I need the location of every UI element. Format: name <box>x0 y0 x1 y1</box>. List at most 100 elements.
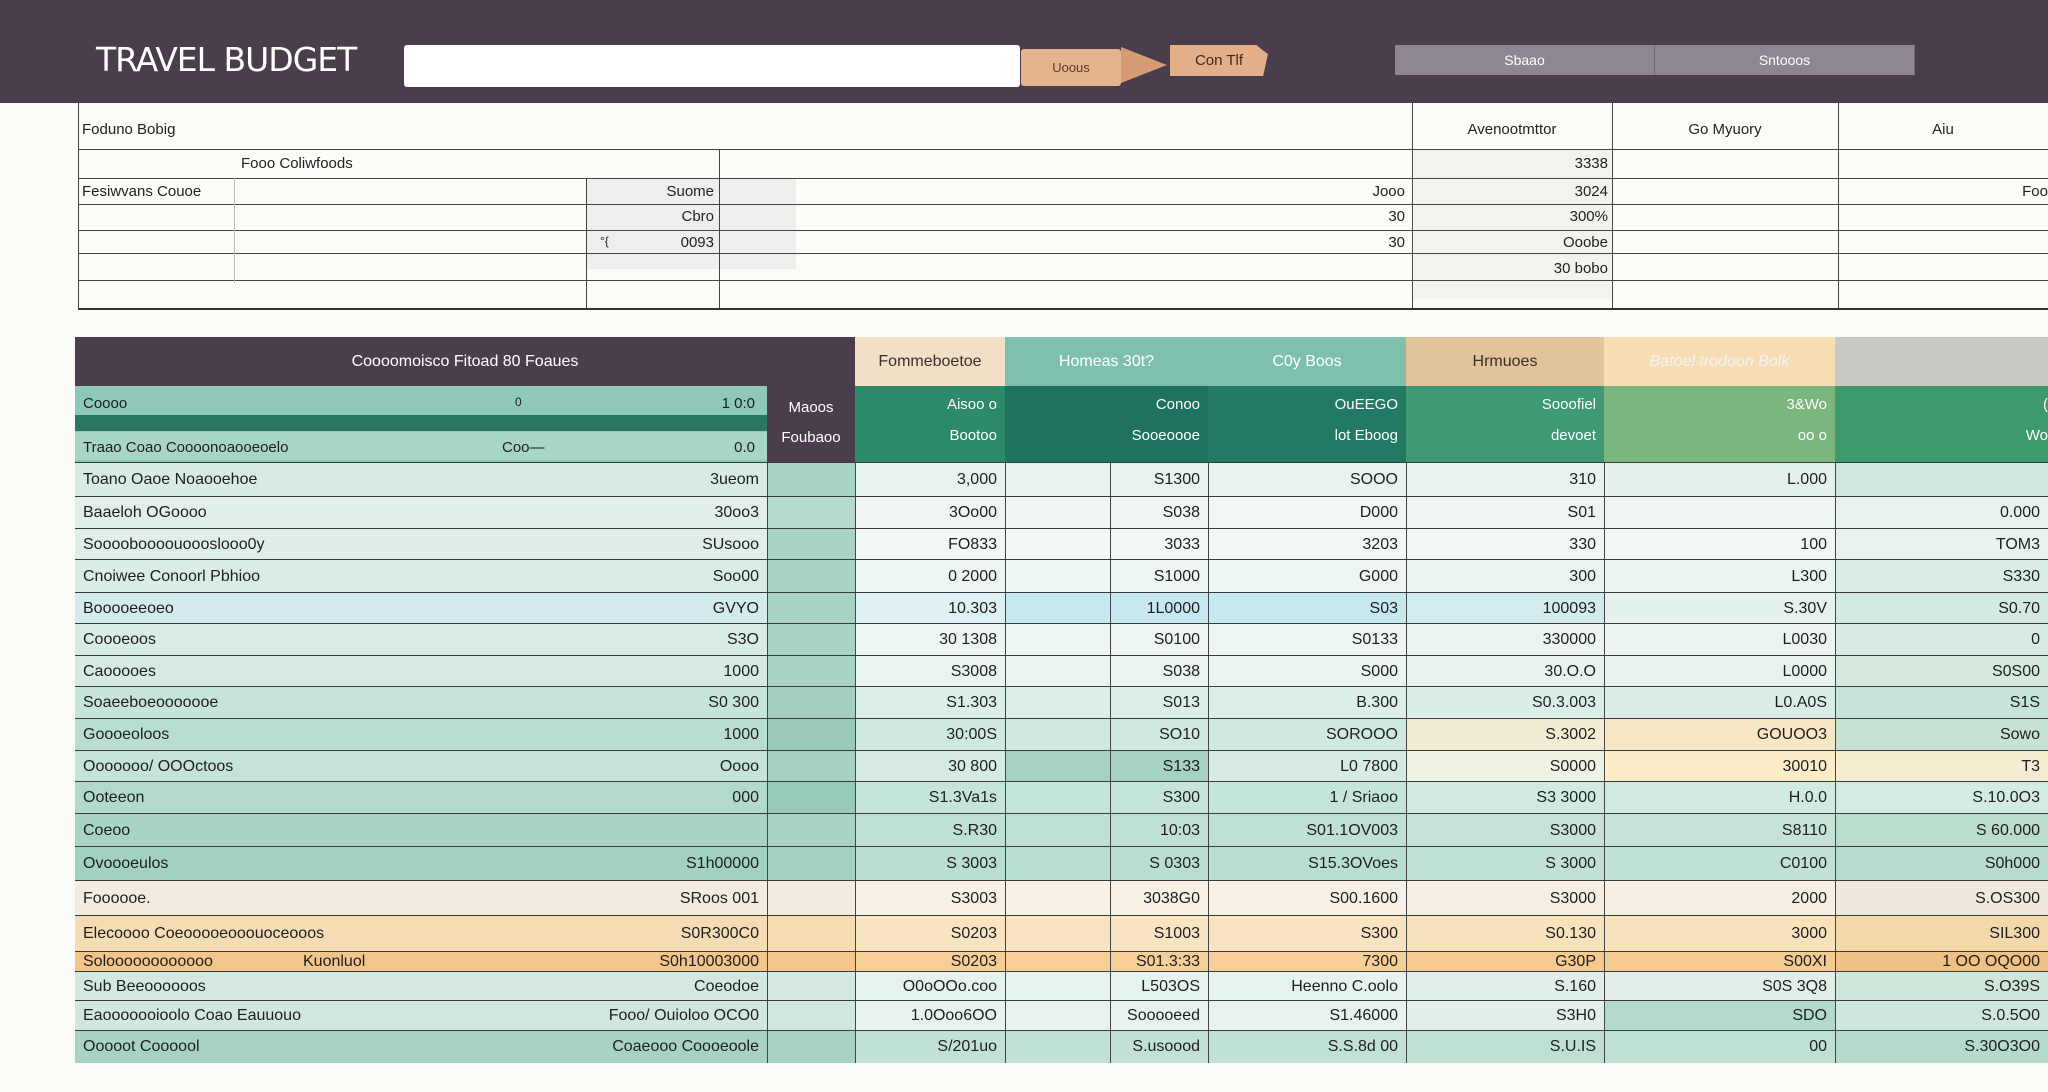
row-value-b[interactable]: S0 300 <box>375 694 759 712</box>
row-value-e[interactable]: S1300 <box>1005 471 1200 489</box>
row-value-d[interactable]: FO833 <box>855 536 997 554</box>
table-row[interactable]: Eaooooooioolo Coao Eauuouo Fooo/ Ouioloo … <box>75 1000 2048 1031</box>
row-value-h[interactable]: L0.A0S <box>1604 694 1827 712</box>
row-value-b[interactable]: S0R300C0 <box>375 925 759 943</box>
row-value-h[interactable]: S.30V <box>1604 600 1827 618</box>
row-value-b[interactable]: S0h10003000 <box>375 953 759 971</box>
row-value-i[interactable]: S.0.5O0 <box>1835 1007 2040 1025</box>
toolbar-button-b[interactable]: Con Tlf <box>1170 45 1268 76</box>
table-row[interactable]: Coeoo S.R30 10:03 S01.1OV003 S3000 S8110 S 60.… <box>75 813 2048 847</box>
column-header-3[interactable]: C0y Boos <box>1208 337 1406 386</box>
row-value-g[interactable]: S 3000 <box>1406 855 1596 873</box>
row-value-d[interactable]: 10.303 <box>855 600 997 618</box>
row-value-b[interactable]: 30oo3 <box>375 504 760 522</box>
row-value-b[interactable]: S3O <box>375 631 759 649</box>
table-row[interactable]: Baaeloh OGoooo 30oo3 3Oo00 S038 D000 S01 0.000 <box>75 496 2048 529</box>
row-value-g[interactable]: S01 <box>1406 504 1596 522</box>
row-value-f[interactable]: S00.1600 <box>1208 890 1398 908</box>
row-value-g[interactable]: S0000 <box>1406 758 1596 776</box>
row-value-i[interactable]: TOM3 <box>1835 536 2040 554</box>
tab-1[interactable]: Sbaao <box>1395 45 1655 75</box>
row-value-e[interactable]: Sooooeed <box>1005 1007 1200 1025</box>
row-value-e[interactable]: S133 <box>1005 758 1200 776</box>
table-row[interactable]: Caooooes 1000 S3008 S038 S000 30.O.O L0000 S0S0… <box>75 655 2048 687</box>
row-value-b[interactable]: Fooo/ Ouioloo OCO0 <box>375 1007 759 1025</box>
row-value-b[interactable]: S1h00000 <box>375 855 759 873</box>
row-value-h[interactable]: 00 <box>1604 1038 1827 1056</box>
row-value-g[interactable]: S0.130 <box>1406 925 1596 943</box>
row-value-i[interactable]: 0 <box>1835 631 2040 649</box>
column-header-2[interactable]: Homeas 30t? <box>1005 337 1208 386</box>
row-value-f[interactable]: D000 <box>1208 504 1398 522</box>
row-value-g[interactable]: S3000 <box>1406 890 1596 908</box>
row-value-g[interactable]: S3 3000 <box>1406 789 1596 807</box>
row-value-i[interactable]: S.O39S <box>1835 978 2040 996</box>
column-header-4[interactable]: Hrmuoes <box>1406 337 1604 386</box>
row-value-d[interactable]: 30 1308 <box>855 631 997 649</box>
row-value-e[interactable]: S0100 <box>1005 631 1200 649</box>
arrow-right-icon[interactable] <box>1121 47 1167 83</box>
row-value-f[interactable]: 1 / Sriaoo <box>1208 789 1398 807</box>
row-value-b[interactable]: SRoos 001 <box>375 890 759 908</box>
row-value-b[interactable]: Coaeooo Coooeoole <box>375 1038 759 1056</box>
table-row[interactable]: Sooooboooouoooslooo0y SUsooo FO833 3033 3203… <box>75 528 2048 560</box>
row-value-d[interactable]: S0203 <box>855 953 997 971</box>
row-value-b[interactable]: Oooo <box>375 758 759 776</box>
table-row[interactable]: Ooteeon 000 S1.3Va1s S300 1 / Sriaoo S3 3000 H… <box>75 781 2048 814</box>
row-value-d[interactable]: 3Oo00 <box>855 504 997 522</box>
row-value-h[interactable]: SDO <box>1604 1007 1827 1025</box>
column-header-1[interactable]: Fommeboetoe <box>855 337 1005 386</box>
row-value-e[interactable]: S1000 <box>1005 568 1200 586</box>
row-value-b[interactable]: Soo00 <box>375 568 759 586</box>
row-value-d[interactable]: 1.0Ooo6OO <box>855 1007 997 1025</box>
row-value-f[interactable]: S0133 <box>1208 631 1398 649</box>
row-value-f[interactable]: G000 <box>1208 568 1398 586</box>
row-value-d[interactable]: 30 800 <box>855 758 997 776</box>
row-value-i[interactable]: T3 <box>1835 758 2040 776</box>
table-row[interactable]: Elecoooo Coeooooeooouoceooos S0R300C0 S020… <box>75 915 2048 952</box>
row-value-f[interactable]: S1.46000 <box>1208 1007 1398 1025</box>
row-value-d[interactable]: S3008 <box>855 663 997 681</box>
tab-2[interactable]: Sntooos <box>1655 45 1915 75</box>
row-value-i[interactable]: 0.000 <box>1835 504 2040 522</box>
row-value-i[interactable]: S330 <box>1835 568 2040 586</box>
column-header-6[interactable] <box>1835 337 2048 386</box>
row-value-b[interactable]: Coeodoe <box>375 978 759 996</box>
row-value-g[interactable]: 100093 <box>1406 600 1596 618</box>
row-value-e[interactable]: SO10 <box>1005 726 1200 744</box>
row-value-h[interactable]: L.000 <box>1604 471 1827 489</box>
row-value-g[interactable]: S.160 <box>1406 978 1596 996</box>
row-value-e[interactable]: S01.3:33 <box>1005 953 1200 971</box>
row-value-i[interactable]: S1S <box>1835 694 2040 712</box>
row-value-g[interactable]: S3000 <box>1406 822 1596 840</box>
row-value-h[interactable]: S0S 3Q8 <box>1604 978 1827 996</box>
row-value-h[interactable]: GOUOO3 <box>1604 726 1827 744</box>
row-value-i[interactable]: S.30O3O0 <box>1835 1038 2040 1056</box>
row-value-h[interactable]: L0000 <box>1604 663 1828 681</box>
row-value-h[interactable]: L0030 <box>1604 631 1828 649</box>
column-header-5[interactable]: Batoel trodoon Bolk <box>1604 337 1835 386</box>
row-value-g[interactable]: 300 <box>1406 568 1596 586</box>
row-value-g[interactable]: S.U.IS <box>1406 1038 1596 1056</box>
row-value-h[interactable]: 2000 <box>1604 890 1827 908</box>
row-value-b[interactable]: GVYO <box>375 600 759 618</box>
row-value-g[interactable]: S3H0 <box>1406 1007 1596 1025</box>
row-value-f[interactable]: SOOO <box>1208 471 1398 489</box>
row-value-f[interactable]: S.S.8d 00 <box>1208 1038 1398 1056</box>
row-value-e[interactable]: S 0303 <box>1005 855 1200 873</box>
table-row[interactable]: Ooooooo/ OOOctoos Oooo 30 800 S133 L0 7800 S0… <box>75 750 2048 782</box>
row-value-e[interactable]: L503OS <box>1005 978 1200 996</box>
table-row[interactable]: Sub Beeoooooos Coeodoe O0oOOo.coo L503OS Hee… <box>75 971 2048 1001</box>
table-row[interactable]: Cnoiwee Conoorl Pbhioo Soo00 0 2000 S1000 G0… <box>75 559 2048 593</box>
row-value-d[interactable]: S0203 <box>855 925 997 943</box>
row-value-i[interactable]: Sowo <box>1835 726 2040 744</box>
row-value-e[interactable]: 3038G0 <box>1005 890 1200 908</box>
table-row[interactable]: Soaeeboeooooooe S0 300 S1.303 S013 B.300 S0.3… <box>75 686 2048 719</box>
row-value-f[interactable]: S03 <box>1208 600 1398 618</box>
table-row[interactable]: Goooeoloos 1000 30:00S SO10 SOROOO S.3002 GOUO… <box>75 718 2048 751</box>
row-value-h[interactable]: S8110 <box>1604 822 1827 840</box>
row-value-e[interactable]: S.usoood <box>1005 1038 1200 1056</box>
row-value-g[interactable]: G30P <box>1406 953 1596 971</box>
row-value-f[interactable]: S01.1OV003 <box>1208 822 1398 840</box>
row-value-e[interactable]: 3033 <box>1005 536 1200 554</box>
